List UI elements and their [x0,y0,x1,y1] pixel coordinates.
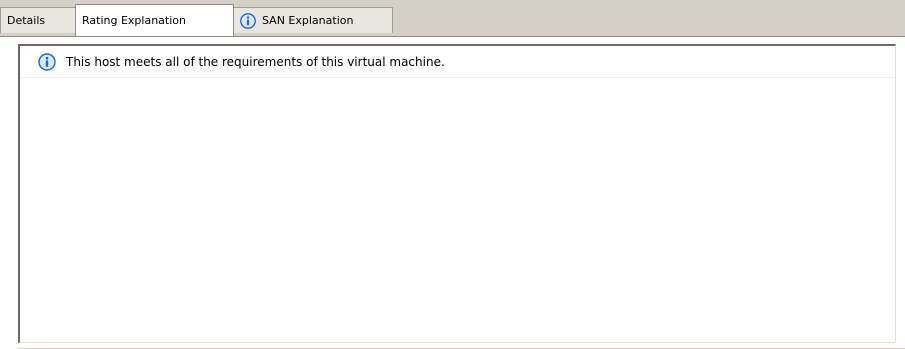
tab-rating-explanation-label: Rating Explanation [82,14,186,27]
info-icon [38,52,56,71]
rating-explanation-panel: This host meets all of the requirements … [0,36,905,349]
tab-details-label: Details [7,14,46,27]
tab-san-explanation[interactable]: SAN Explanation [233,7,393,33]
tab-rating-explanation[interactable]: Rating Explanation [75,4,234,36]
tabbed-panel-window: Details Rating Explanation SAN Explanati… [0,0,905,349]
panel-left-margin [0,37,18,349]
info-icon [240,12,256,29]
message-text: This host meets all of the requirements … [66,54,445,69]
tab-san-explanation-label: SAN Explanation [262,14,354,27]
messages-list: This host meets all of the requirements … [18,44,896,343]
list-item[interactable]: This host meets all of the requirements … [20,46,895,78]
tab-details[interactable]: Details [0,7,76,33]
